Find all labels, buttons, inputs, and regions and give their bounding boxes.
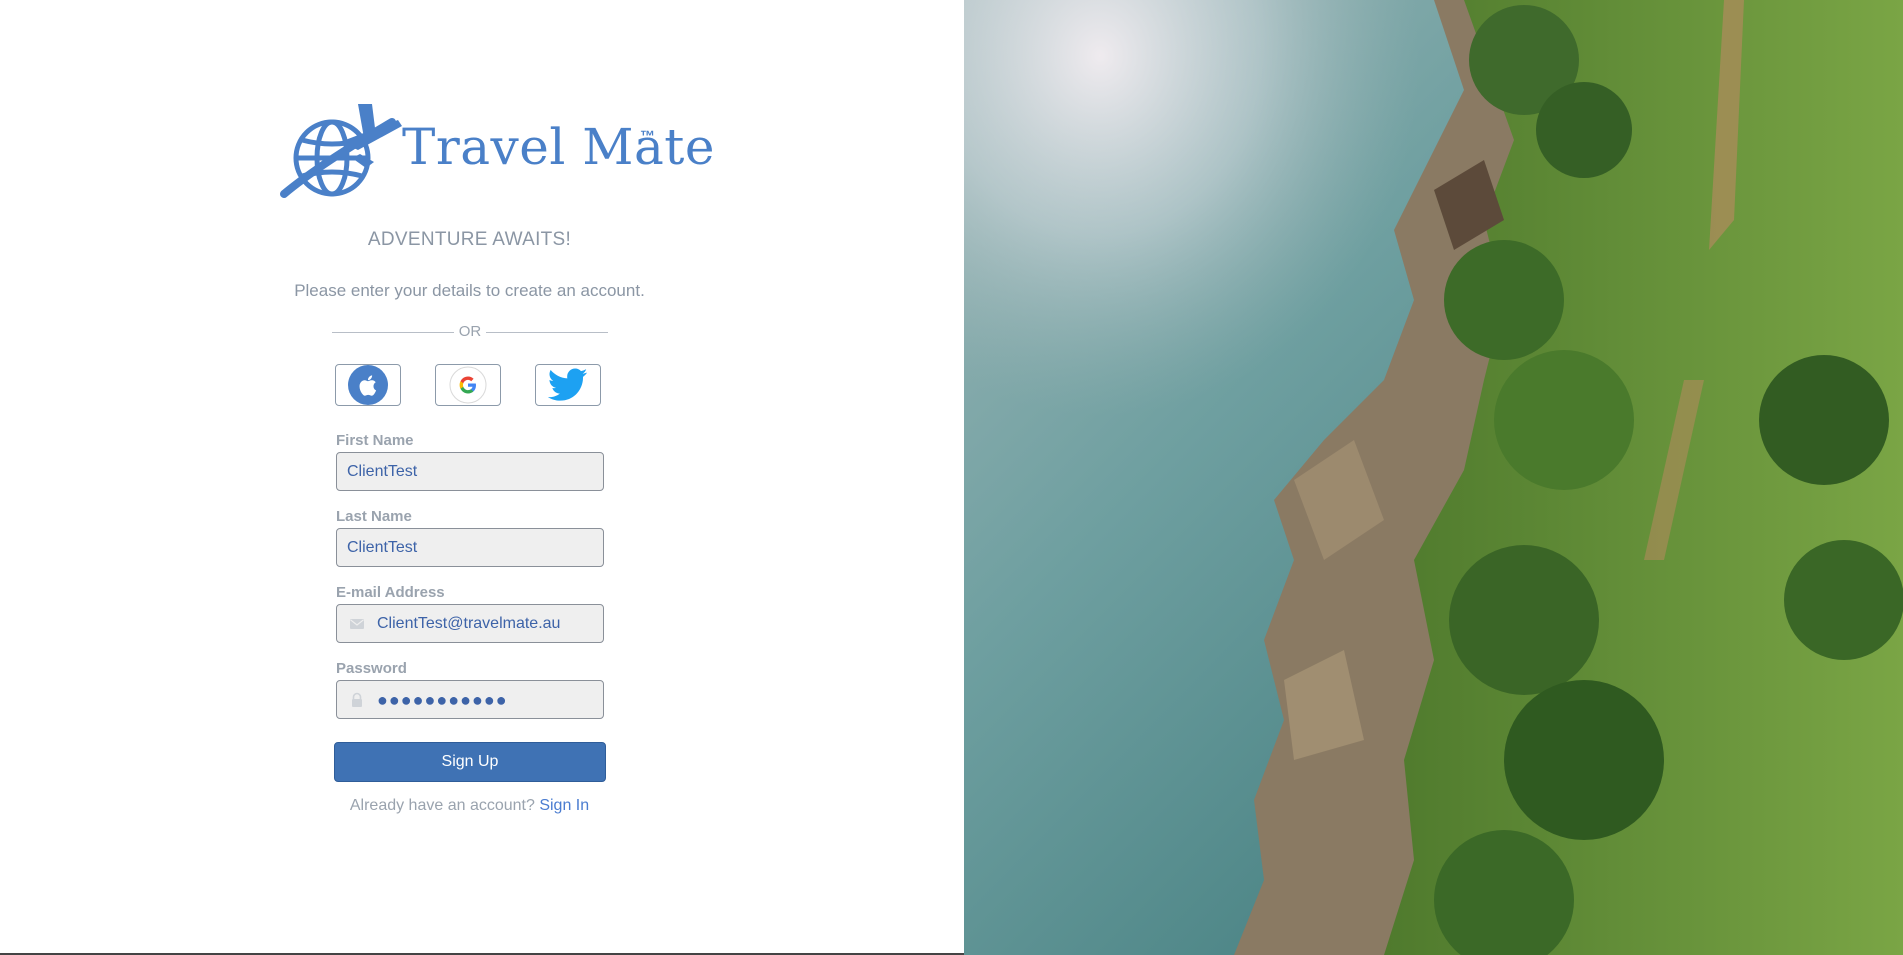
last-name-input[interactable] — [337, 538, 603, 557]
apple-icon — [348, 365, 388, 405]
tagline: ADVENTURE AWAITS! — [367, 229, 572, 250]
apple-signin-button[interactable] — [335, 364, 401, 406]
first-name-input[interactable] — [337, 462, 603, 481]
divider-line-right — [486, 332, 608, 333]
email-label: E-mail Address — [336, 584, 445, 601]
password-label: Password — [336, 660, 407, 677]
signin-prompt: Already have an account? — [349, 797, 535, 814]
google-icon — [449, 366, 487, 404]
twitter-signin-button[interactable] — [535, 364, 601, 406]
envelope-icon — [350, 619, 364, 629]
google-signin-button[interactable] — [435, 364, 501, 406]
last-name-label: Last Name — [336, 508, 412, 525]
email-field[interactable] — [336, 604, 604, 643]
signup-panel: Travel Mate ™ ADVENTURE AWAITS! Please e… — [0, 0, 964, 955]
signin-prompt-row: Already have an account? Sign In — [0, 797, 939, 815]
password-field[interactable]: ●●●●●●●●●●● — [336, 680, 604, 719]
hero-image — [964, 0, 1903, 955]
email-input[interactable] — [337, 614, 603, 633]
password-input[interactable]: ●●●●●●●●●●● — [377, 690, 508, 711]
twitter-icon — [548, 368, 588, 401]
trademark: ™ — [640, 128, 655, 145]
first-name-field[interactable] — [336, 452, 604, 491]
lock-icon — [352, 692, 362, 707]
brand-name: Travel Mate — [402, 118, 715, 176]
first-name-label: First Name — [336, 432, 414, 449]
subtitle: Please enter your details to create an a… — [294, 281, 645, 300]
or-divider: OR — [332, 323, 608, 343]
sign-in-link[interactable]: Sign In — [539, 797, 589, 814]
sign-up-button[interactable]: Sign Up — [334, 742, 606, 782]
aerial-coastline-photo — [964, 0, 1903, 955]
last-name-field[interactable] — [336, 528, 604, 567]
